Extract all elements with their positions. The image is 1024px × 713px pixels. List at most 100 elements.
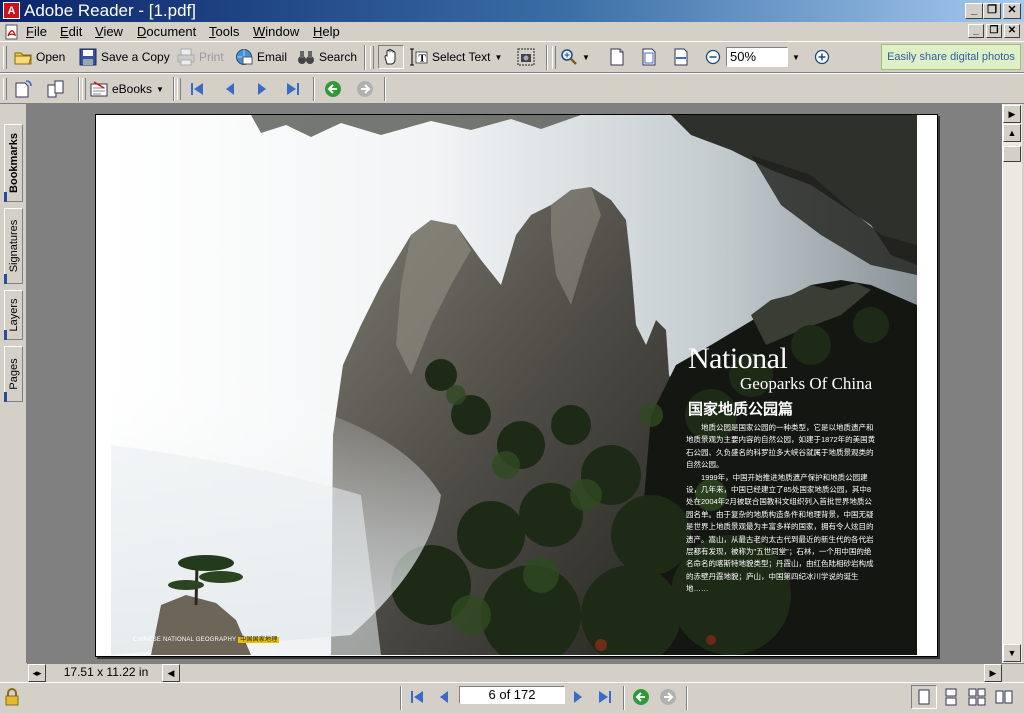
single-page-icon xyxy=(918,689,930,705)
email-button[interactable]: Email xyxy=(235,45,287,69)
page-number-field[interactable]: 6 of 172 xyxy=(459,686,565,704)
toolbar-grip[interactable] xyxy=(370,46,374,69)
previous-view-button[interactable] xyxy=(324,77,342,101)
close-button[interactable]: ✕ xyxy=(1003,3,1021,19)
toolbar-grip[interactable] xyxy=(82,78,86,100)
next-page-button[interactable] xyxy=(253,77,271,101)
hand-tool-button[interactable] xyxy=(378,45,404,69)
page-size-readout: 17.51 x 11.22 in xyxy=(63,665,149,679)
title-bar: A Adobe Reader - [1.pdf] _ ❐ ✕ xyxy=(0,0,1024,22)
ebooks-button[interactable]: eBooks ▼ xyxy=(90,77,164,101)
doc-minimize-button[interactable]: _ xyxy=(968,24,984,38)
article-paragraph: 地质公园是国家公园的一种类型，它是以地质遗产和地质景观为主要内容的自然公园，如建… xyxy=(686,423,876,470)
tab-bookmarks[interactable]: Bookmarks xyxy=(4,124,23,202)
toolbar-grip[interactable] xyxy=(177,78,181,100)
zoom-dropdown-button[interactable]: ▼ xyxy=(792,45,800,69)
continuous-facing-view-button[interactable] xyxy=(968,685,986,709)
last-page-button[interactable] xyxy=(284,77,302,101)
select-text-dropdown-icon[interactable]: ▼ xyxy=(494,53,502,62)
last-page-icon xyxy=(599,691,611,703)
fit-page-button[interactable] xyxy=(640,45,658,69)
print-label: Print xyxy=(199,50,224,64)
scroll-down-arrow-icon[interactable]: ▼ xyxy=(1003,644,1021,662)
facing-view-button[interactable] xyxy=(995,685,1013,709)
menu-tools[interactable]: Tools xyxy=(209,23,239,40)
fit-width-button[interactable] xyxy=(672,45,690,69)
previous-page-icon xyxy=(226,83,234,95)
back-arrow-icon xyxy=(633,689,649,705)
previous-page-icon xyxy=(440,691,448,703)
scroll-up-arrow-icon[interactable]: ▲ xyxy=(1003,124,1021,142)
statusbar-separator xyxy=(686,686,688,710)
headline-geoparks: Geoparks Of China xyxy=(740,374,873,393)
window-title: Adobe Reader - [1.pdf] xyxy=(24,1,197,20)
vertical-scrollbar[interactable]: ▶ ▲ ▼ xyxy=(1002,104,1022,663)
tab-layers[interactable]: Layers xyxy=(4,290,23,340)
headline-chinese: 国家地质公园篇 xyxy=(688,401,794,418)
fit-page-icon xyxy=(642,48,656,66)
toolbar-grip[interactable] xyxy=(3,46,7,69)
scroll-right-arrow-icon[interactable]: ▶ xyxy=(984,664,1002,682)
menu-edit[interactable]: Edit xyxy=(60,23,82,40)
toolbar-separator xyxy=(78,77,80,101)
print-button[interactable]: Print xyxy=(177,45,224,69)
zoom-out-icon xyxy=(705,49,721,65)
actual-size-button[interactable] xyxy=(608,45,626,69)
split-handle-icon[interactable]: ◂▸ xyxy=(28,664,46,682)
doc-restore-button[interactable]: ❐ xyxy=(986,24,1002,38)
status-last-page-button[interactable] xyxy=(596,685,614,709)
menu-help[interactable]: Help xyxy=(313,23,340,40)
zoom-out-button[interactable] xyxy=(704,45,722,69)
status-previous-view-button[interactable] xyxy=(632,685,650,709)
menu-document[interactable]: Document xyxy=(137,23,196,40)
next-view-button[interactable] xyxy=(356,77,374,101)
toolbar-separator xyxy=(313,77,315,101)
menu-view[interactable]: View xyxy=(95,23,123,40)
first-page-icon xyxy=(411,691,423,703)
zoom-level-field[interactable]: 50% xyxy=(726,47,788,67)
select-text-button[interactable]: T Select Text ▼ xyxy=(410,45,502,69)
rotate-page-button[interactable] xyxy=(14,77,32,101)
restore-button[interactable]: ❐ xyxy=(983,3,1001,19)
adobe-reader-icon: A xyxy=(3,2,20,19)
share-photos-promo[interactable]: Easily share digital photos xyxy=(881,44,1021,70)
statusbar-separator xyxy=(623,686,625,710)
toolbar-grip[interactable] xyxy=(3,78,7,100)
continuous-view-button[interactable] xyxy=(942,685,960,709)
select-text-icon: T xyxy=(410,48,428,66)
previous-page-button[interactable] xyxy=(221,77,239,101)
scroll-right-arrow-icon[interactable]: ▶ xyxy=(1003,105,1021,123)
single-page-view-button[interactable] xyxy=(911,685,937,709)
tab-signatures[interactable]: Signatures xyxy=(4,208,23,284)
article-body: 地质公园是国家公园的一种类型，它是以地质遗产和地质景观为主要内容的自然公园，如建… xyxy=(686,422,878,596)
toolbar-grip[interactable] xyxy=(552,46,556,69)
zoom-dropdown-icon: ▼ xyxy=(792,52,800,62)
snapshot-button[interactable] xyxy=(517,45,535,69)
open-button[interactable]: Open xyxy=(14,45,65,69)
zoom-in-button[interactable] xyxy=(813,45,831,69)
zoom-in-tool-button[interactable]: ▼ xyxy=(560,45,590,69)
magnifier-icon xyxy=(561,49,577,65)
email-globe-icon xyxy=(236,49,253,65)
zoom-tool-dropdown-icon[interactable]: ▼ xyxy=(582,53,590,62)
ebooks-dropdown-icon[interactable]: ▼ xyxy=(156,85,164,94)
secondary-toolbar: eBooks ▼ xyxy=(0,73,1024,104)
minimize-button[interactable]: _ xyxy=(965,3,983,19)
first-page-button[interactable] xyxy=(188,77,206,101)
horizontal-scrollbar[interactable]: ◂▸ ◀ ▶ xyxy=(27,663,1024,682)
menu-window[interactable]: Window xyxy=(253,23,299,40)
save-copy-button[interactable]: Save a Copy xyxy=(79,45,170,69)
save-disk-icon xyxy=(79,48,97,66)
toolbar-separator xyxy=(546,45,548,70)
status-next-view-button[interactable] xyxy=(659,685,677,709)
status-previous-page-button[interactable] xyxy=(435,685,453,709)
scroll-thumb[interactable] xyxy=(1003,146,1021,162)
menu-file[interactable]: File xyxy=(26,23,47,40)
page-layout-button[interactable] xyxy=(47,77,65,101)
tab-pages[interactable]: Pages xyxy=(4,346,23,402)
doc-close-button[interactable]: ✕ xyxy=(1004,24,1020,38)
brand-tag: 中国国家地理 xyxy=(238,637,280,643)
status-first-page-button[interactable] xyxy=(408,685,426,709)
status-next-page-button[interactable] xyxy=(569,685,587,709)
search-button[interactable]: Search xyxy=(297,45,357,69)
